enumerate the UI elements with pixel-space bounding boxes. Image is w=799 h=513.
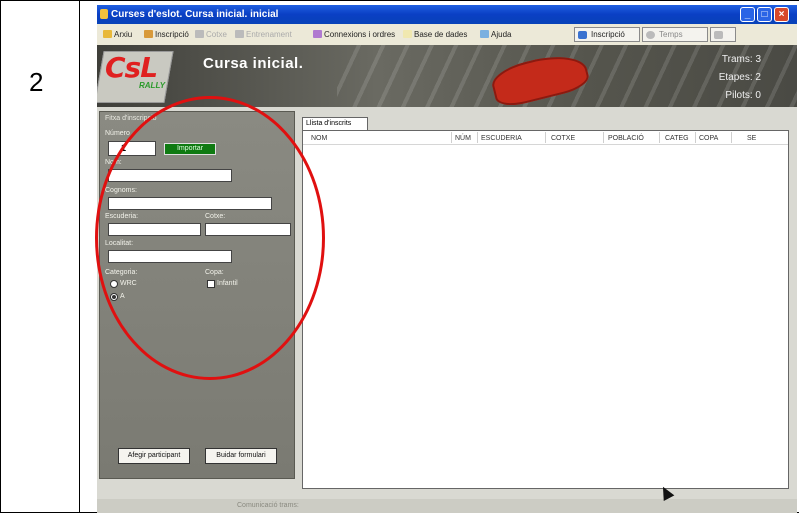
close-button[interactable]: × [774, 7, 789, 22]
status-bar: Comunicació trams: [97, 499, 797, 513]
app-logo: CsL [105, 51, 158, 84]
col-se[interactable]: SE [747, 135, 756, 142]
title-bar: Curses d'eslot. Cursa inicial. inicial _… [97, 5, 797, 24]
menu-bar: Arxiu Inscripció Cotxe Entrenament Conne… [97, 24, 797, 46]
col-separator [477, 132, 478, 143]
col-separator [731, 132, 732, 143]
col-categ[interactable]: CATEG [665, 135, 689, 142]
col-num[interactable]: NÚM [455, 135, 471, 142]
step-number: 2 [29, 67, 44, 97]
menu-item-ajuda[interactable]: Ajuda [480, 30, 511, 39]
step-cell: 2 [0, 0, 80, 513]
participants-table: NOM NÚM ESCUDERIA COTXE POBLACIÓ CATEG C… [302, 130, 789, 489]
flag-icon [235, 30, 244, 38]
app-icon [100, 9, 108, 19]
person-icon [578, 31, 587, 39]
clock-icon [646, 31, 655, 39]
col-separator [695, 132, 696, 143]
add-participant-button[interactable]: Afegir participant [118, 448, 190, 464]
col-escuderia[interactable]: ESCUDERIA [481, 135, 522, 142]
tab-inscripcio[interactable]: Inscripció [574, 27, 640, 42]
stat-trams: Trams: 3 [721, 54, 761, 65]
col-separator [603, 132, 604, 143]
folder-icon [103, 30, 112, 38]
car-icon [195, 30, 204, 38]
person-icon [144, 30, 153, 38]
numero-label: Número [105, 130, 130, 137]
tab-temps[interactable]: Temps [642, 27, 708, 42]
database-icon [403, 30, 412, 38]
menu-item-cotxe[interactable]: Cotxe [195, 30, 227, 39]
chart-icon [714, 31, 723, 39]
menu-item-connexions[interactable]: Connexions i ordres [313, 30, 395, 39]
menu-item-arxiu[interactable]: Arxiu [103, 30, 132, 39]
col-copa[interactable]: COPA [699, 135, 718, 142]
window-title: Curses d'eslot. Cursa inicial. inicial [111, 9, 279, 20]
tab-chart[interactable] [710, 27, 736, 42]
col-separator [545, 132, 546, 143]
menu-item-base-dades[interactable]: Base de dades [403, 30, 467, 39]
stat-etapes: Etapes: 2 [718, 72, 761, 83]
cable-icon [313, 30, 322, 38]
tab-llista-inscrits[interactable]: Llista d'inscrits [302, 117, 368, 130]
stat-pilots: Pilots: 0 [725, 90, 761, 101]
annotation-ellipse [95, 96, 325, 380]
menu-item-inscripcio[interactable]: Inscripció [144, 30, 189, 39]
minimize-button[interactable]: _ [740, 7, 755, 22]
col-separator [451, 132, 452, 143]
clear-form-button[interactable]: Buidar formulari [205, 448, 277, 464]
menu-item-entrenament[interactable]: Entrenament [235, 30, 292, 39]
maximize-button[interactable]: □ [757, 7, 772, 22]
status-text: Comunicació trams: [237, 502, 299, 509]
help-icon [480, 30, 489, 38]
col-cotxe[interactable]: COTXE [551, 135, 575, 142]
header-divider [303, 144, 788, 145]
col-nom[interactable]: NOM [311, 135, 327, 142]
col-separator [659, 132, 660, 143]
course-title: Cursa inicial. [203, 55, 304, 72]
col-poblacio[interactable]: POBLACIÓ [608, 135, 644, 142]
app-logo-sub: RALLY [139, 81, 166, 90]
